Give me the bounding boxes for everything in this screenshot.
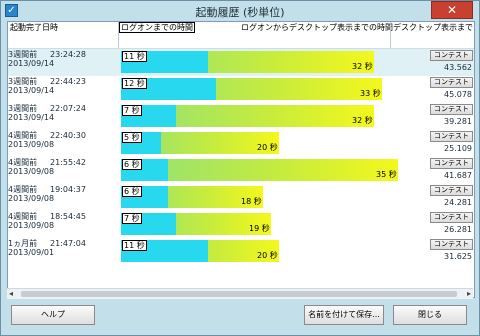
row-time-wrap: 18:54:45 xyxy=(44,212,86,221)
table-row[interactable]: 4週間前 22:40:30 2013/09/08 5 秒 20 秒 コンテスト 25.109 xyxy=(8,130,474,157)
scrollbar-thumb[interactable] xyxy=(21,291,457,297)
horizontal-scrollbar[interactable]: ◂ ▸ xyxy=(7,288,473,299)
column-header-desktop[interactable]: ログオンからデスクトップ表示までの時間 xyxy=(241,23,393,32)
contest-button[interactable]: コンテスト xyxy=(430,77,473,88)
score-value: 26.281 xyxy=(444,225,472,234)
logon-time-label: 5 秒 xyxy=(122,132,142,143)
contest-button[interactable]: コンテスト xyxy=(430,239,473,250)
table-header: 起動完了日時 ログオンまでの時間 ログオンからデスクトップ表示までの時間 デスク… xyxy=(8,22,474,49)
contest-button[interactable]: コンテスト xyxy=(430,50,473,61)
row-time-wrap: 22:44:23 xyxy=(44,77,86,86)
table-row[interactable]: 4週間前 18:54:45 2013/09/08 7 秒 19 秒 コンテスト 26.281 xyxy=(8,211,474,238)
table-row[interactable]: 3週間前 22:44:23 2013/09/14 12 秒 33 秒 コンテスト 45.07… xyxy=(8,76,474,103)
logon-time-label: 7 秒 xyxy=(122,105,142,116)
title-bar: ✓ 起動履歴 (秒単位) ✕ xyxy=(1,1,479,21)
total-time-label: 20 秒 xyxy=(257,251,278,260)
row-time: 23:24:28 xyxy=(50,50,86,59)
window-close-button[interactable]: ✕ xyxy=(431,1,473,19)
row-date: 2013/09/14 xyxy=(8,113,55,122)
total-time-label: 18 秒 xyxy=(241,197,262,206)
contest-button[interactable]: コンテスト xyxy=(430,185,473,196)
column-header-date[interactable]: 起動完了日時 xyxy=(10,23,58,32)
total-time-bar: 7 秒 xyxy=(121,105,374,127)
row-relative-time: 4週間前 xyxy=(8,158,38,167)
row-relative-time: 1ヵ月前 xyxy=(8,239,38,248)
row-time: 21:47:04 xyxy=(50,239,86,248)
logon-time-label: 6 秒 xyxy=(122,186,142,197)
logon-time-label: 11 秒 xyxy=(122,51,147,62)
contest-button[interactable]: コンテスト xyxy=(430,131,473,142)
column-separator[interactable] xyxy=(390,22,391,48)
boot-history-window: ✓ 起動履歴 (秒単位) ✕ 起動完了日時 ログオンまでの時間 ログオンからデス… xyxy=(0,0,480,336)
row-time: 19:04:37 xyxy=(50,185,86,194)
history-table: 起動完了日時 ログオンまでの時間 ログオンからデスクトップ表示までの時間 デスク… xyxy=(7,21,475,298)
save-as-button[interactable]: 名前を付けて保存... xyxy=(304,305,384,325)
row-relative-time: 3週間前 xyxy=(8,77,38,86)
row-relative-time: 3週間前 xyxy=(8,104,38,113)
contest-button[interactable]: コンテスト xyxy=(430,104,473,115)
table-row[interactable]: 1ヵ月前 21:47:04 2013/09/01 11 秒 20 秒 コンテスト 31.62… xyxy=(8,238,474,265)
row-date: 2013/09/14 xyxy=(8,86,55,95)
total-time-bar: 11 秒 xyxy=(121,51,374,73)
row-time: 22:40:30 xyxy=(50,131,86,140)
row-relative-time: 3週間前 xyxy=(8,50,38,59)
total-time-label: 32 秒 xyxy=(352,62,373,71)
row-date: 2013/09/01 xyxy=(8,248,55,257)
score-value: 31.625 xyxy=(444,252,472,261)
row-time-wrap: 22:40:30 xyxy=(44,131,86,140)
table-row[interactable]: 3週間前 23:24:28 2013/09/14 11 秒 32 秒 コンテスト 43.56… xyxy=(8,49,474,76)
table-row[interactable]: 4週間前 21:55:42 2013/09/08 6 秒 35 秒 コンテスト 41.687 xyxy=(8,157,474,184)
window-title: 起動履歴 (秒単位) xyxy=(195,6,285,19)
row-date: 2013/09/08 xyxy=(8,194,55,203)
row-time-wrap: 21:55:42 xyxy=(44,158,86,167)
scroll-left-arrow-icon[interactable]: ◂ xyxy=(9,289,13,299)
score-value: 45.078 xyxy=(444,90,472,99)
contest-button[interactable]: コンテスト xyxy=(430,212,473,223)
logon-time-label: 6 秒 xyxy=(122,159,142,170)
table-row[interactable]: 4週間前 19:04:37 2013/09/08 6 秒 18 秒 コンテスト 24.281 xyxy=(8,184,474,211)
total-time-label: 35 秒 xyxy=(376,170,397,179)
row-relative-time: 4週間前 xyxy=(8,212,38,221)
row-time-wrap: 22:07:24 xyxy=(44,104,86,113)
column-header-logon[interactable]: ログオンまでの時間 xyxy=(119,22,195,33)
row-time: 21:55:42 xyxy=(50,158,86,167)
scroll-right-arrow-icon[interactable]: ▸ xyxy=(467,289,471,299)
table-row[interactable]: 3週間前 22:07:24 2013/09/14 7 秒 32 秒 コンテスト 39.281 xyxy=(8,103,474,130)
column-header-total[interactable]: デスクトップ表示までの合計時間 xyxy=(393,23,473,32)
score-value: 24.281 xyxy=(444,198,472,207)
row-time: 22:07:24 xyxy=(50,104,86,113)
total-time-label: 19 秒 xyxy=(249,224,270,233)
row-time: 18:54:45 xyxy=(50,212,86,221)
close-button[interactable]: 閉じる xyxy=(393,305,467,325)
row-date: 2013/09/08 xyxy=(8,140,55,149)
logon-time-label: 12 秒 xyxy=(122,78,147,89)
row-time-wrap: 23:24:28 xyxy=(44,50,86,59)
score-value: 39.281 xyxy=(444,117,472,126)
total-time-label: 32 秒 xyxy=(352,116,373,125)
row-relative-time: 4週間前 xyxy=(8,131,38,140)
row-date: 2013/09/08 xyxy=(8,167,55,176)
logon-time-label: 11 秒 xyxy=(122,240,147,251)
row-time: 22:44:23 xyxy=(50,77,86,86)
row-date: 2013/09/14 xyxy=(8,59,55,68)
total-time-label: 33 秒 xyxy=(360,89,381,98)
score-value: 43.562 xyxy=(444,63,472,72)
score-value: 25.109 xyxy=(444,144,472,153)
score-value: 41.687 xyxy=(444,171,472,180)
row-date: 2013/09/08 xyxy=(8,221,55,230)
help-button[interactable]: ヘルプ xyxy=(11,305,95,325)
logon-time-label: 7 秒 xyxy=(122,213,142,224)
total-time-bar: 5 秒 xyxy=(121,132,279,154)
total-time-bar: 11 秒 xyxy=(121,240,279,262)
contest-button[interactable]: コンテスト xyxy=(430,158,473,169)
total-time-label: 20 秒 xyxy=(257,143,278,152)
row-time-wrap: 19:04:37 xyxy=(44,185,86,194)
row-time-wrap: 21:47:04 xyxy=(44,239,86,248)
total-time-bar: 12 秒 xyxy=(121,78,382,100)
row-relative-time: 4週間前 xyxy=(8,185,38,194)
total-time-bar: 6 秒 xyxy=(121,159,398,181)
